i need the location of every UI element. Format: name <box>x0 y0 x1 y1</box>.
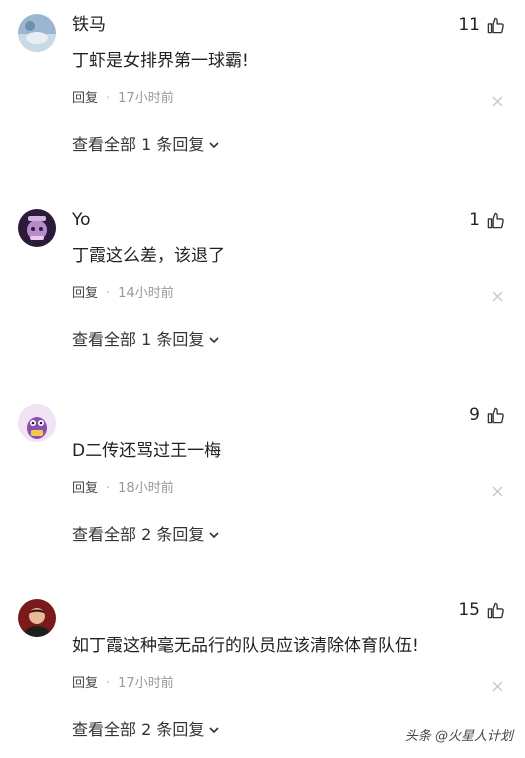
avatar-image <box>18 209 56 247</box>
timestamp: 17小时前 <box>118 91 174 106</box>
comment-item: 9 D二传还骂过王一梅 回复 · 18小时前 查看全部 2 条回复 <box>0 390 525 585</box>
comment-text: 丁霞这么差，该退了 <box>72 246 225 266</box>
avatar-image <box>18 404 56 442</box>
meta-separator: · <box>106 286 111 301</box>
like-count: 9 <box>469 405 480 425</box>
reply-button[interactable]: 回复 <box>72 285 98 303</box>
avatar[interactable] <box>18 209 56 247</box>
timestamp: 14小时前 <box>118 286 174 301</box>
like-button[interactable]: 1 <box>469 209 505 231</box>
comment-meta: 回复 · 18小时前 <box>72 480 174 498</box>
avatar[interactable] <box>18 14 56 52</box>
chevron-down-icon <box>209 337 219 344</box>
timestamp: 17小时前 <box>118 676 174 691</box>
meta-separator: · <box>106 676 111 691</box>
view-replies-link[interactable]: 查看全部 1 条回复 <box>72 329 220 351</box>
avatar[interactable] <box>18 404 56 442</box>
close-icon <box>492 96 503 107</box>
meta-separator: · <box>106 91 111 106</box>
dismiss-button[interactable] <box>492 681 503 692</box>
view-replies-label: 查看全部 1 条回复 <box>72 135 205 154</box>
close-icon <box>492 486 503 497</box>
avatar-image <box>18 14 56 52</box>
like-count: 11 <box>458 15 480 35</box>
reply-button[interactable]: 回复 <box>72 90 98 108</box>
thumbs-up-icon <box>487 17 504 33</box>
view-replies-label: 查看全部 2 条回复 <box>72 720 205 739</box>
timestamp: 18小时前 <box>118 481 174 496</box>
chevron-down-icon <box>209 142 219 149</box>
view-replies-label: 查看全部 1 条回复 <box>72 330 205 349</box>
view-replies-link[interactable]: 查看全部 2 条回复 <box>72 524 220 546</box>
view-replies-label: 查看全部 2 条回复 <box>72 525 205 544</box>
avatar-image <box>18 599 56 637</box>
dismiss-button[interactable] <box>492 291 503 302</box>
comment-list: 铁马 11 丁虾是女排界第一球霸! 回复 · 17小时前 查看全部 1 条回复 <box>0 0 525 758</box>
like-button[interactable]: 15 <box>458 599 505 621</box>
avatar[interactable] <box>18 599 56 637</box>
view-replies-link[interactable]: 查看全部 2 条回复 <box>72 719 220 741</box>
thumbs-up-icon <box>487 407 504 423</box>
comment-item: Yo 1 丁霞这么差，该退了 回复 · 14小时前 查看全部 1 条回复 <box>0 195 525 390</box>
comment-text: D二传还骂过王一梅 <box>72 441 222 461</box>
thumbs-up-icon <box>487 602 504 618</box>
close-icon <box>492 681 503 692</box>
chevron-down-icon <box>209 532 219 539</box>
close-icon <box>492 291 503 302</box>
reply-button[interactable]: 回复 <box>72 480 98 498</box>
dismiss-button[interactable] <box>492 96 503 107</box>
comment-item: 铁马 11 丁虾是女排界第一球霸! 回复 · 17小时前 查看全部 1 条回复 <box>0 0 525 195</box>
comment-text: 丁虾是女排界第一球霸! <box>72 51 249 71</box>
comment-text: 如丁霞这种毫无品行的队员应该清除体育队伍! <box>72 636 419 656</box>
username[interactable]: 铁马 <box>72 14 106 36</box>
username[interactable]: Yo <box>72 209 91 231</box>
thumbs-up-icon <box>487 212 504 228</box>
view-replies-link[interactable]: 查看全部 1 条回复 <box>72 134 220 156</box>
dismiss-button[interactable] <box>492 486 503 497</box>
like-count: 1 <box>469 210 480 230</box>
comment-meta: 回复 · 17小时前 <box>72 90 174 108</box>
reply-button[interactable]: 回复 <box>72 675 98 693</box>
meta-separator: · <box>106 481 111 496</box>
like-button[interactable]: 11 <box>458 14 505 36</box>
like-button[interactable]: 9 <box>469 404 505 426</box>
like-count: 15 <box>458 600 480 620</box>
comment-meta: 回复 · 14小时前 <box>72 285 174 303</box>
chevron-down-icon <box>209 727 219 734</box>
comment-meta: 回复 · 17小时前 <box>72 675 174 693</box>
watermark: 头条 @火星人计划 <box>404 729 513 744</box>
